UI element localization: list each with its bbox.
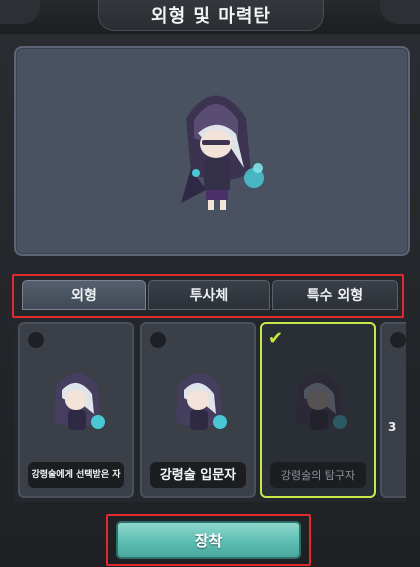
skin-name: 강령술 입문자 bbox=[150, 462, 246, 488]
skin-card-1[interactable]: 강령술에게 선택받은 자 bbox=[18, 322, 134, 498]
character-thumbnail-icon bbox=[176, 373, 227, 430]
character-preview-image bbox=[181, 95, 264, 210]
title-bar: 외형 및 마력탄 bbox=[0, 0, 420, 34]
skin-name: 강령술에게 선택받은 자 bbox=[28, 462, 124, 488]
skin-list: 강령술에게 선택받은 자 강령술 입문자 ✔ 강령술의 탐구자 3 bbox=[14, 318, 406, 502]
character-preview bbox=[14, 46, 410, 256]
tab-appearance[interactable]: 외형 bbox=[22, 280, 146, 310]
title-corner-left bbox=[0, 0, 40, 24]
unselected-indicator bbox=[390, 332, 406, 348]
skin-card-3[interactable]: ✔ 강령술의 탐구자 bbox=[260, 322, 376, 498]
title-corner-right bbox=[380, 0, 420, 24]
skin-card-number: 3 bbox=[388, 420, 397, 434]
skin-card-4[interactable]: 3 bbox=[380, 322, 406, 498]
character-thumbnail-icon bbox=[296, 373, 347, 430]
equip-button[interactable]: 장착 bbox=[116, 521, 301, 559]
page-title: 외형 및 마력탄 bbox=[98, 0, 324, 31]
skin-card-2[interactable]: 강령술 입문자 bbox=[140, 322, 256, 498]
tab-special-appearance[interactable]: 특수 외형 bbox=[272, 280, 398, 310]
tab-projectile[interactable]: 투사체 bbox=[148, 280, 270, 310]
unselected-indicator bbox=[150, 332, 166, 348]
checkmark-icon: ✔ bbox=[268, 328, 284, 349]
character-thumbnail-icon bbox=[54, 373, 105, 430]
skin-name: 강령술의 탐구자 bbox=[270, 462, 366, 488]
unselected-indicator bbox=[28, 332, 44, 348]
